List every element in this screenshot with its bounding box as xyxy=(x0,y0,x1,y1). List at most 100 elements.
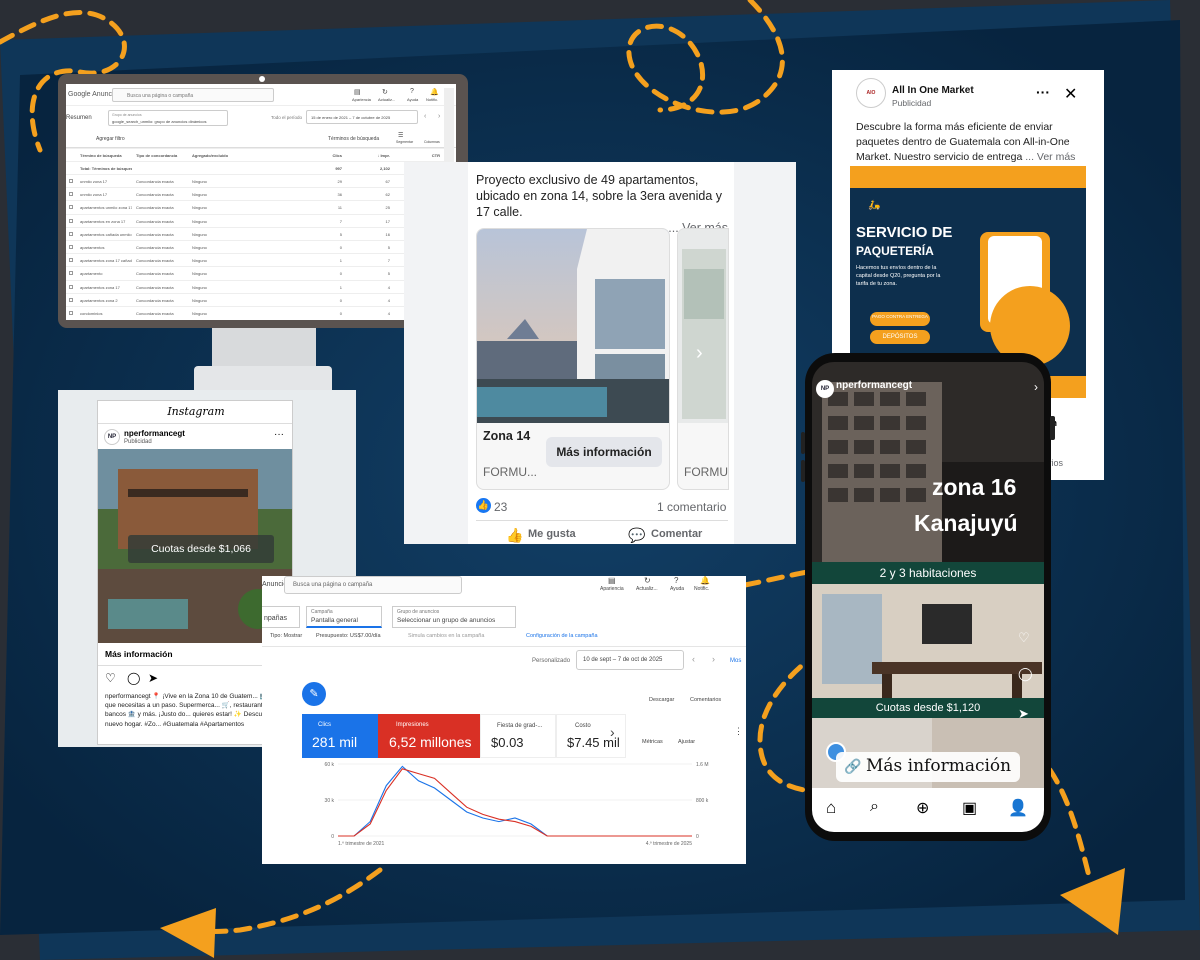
home-icon[interactable]: ⌂ xyxy=(826,798,836,818)
columns-label[interactable]: Columnas xyxy=(424,140,440,144)
carousel-card-1[interactable]: Zona 14 Más información FORMU... xyxy=(476,228,670,490)
avatar[interactable]: NP xyxy=(104,429,120,445)
ad-group-selector[interactable]: Grupo de anuncios google_search_unmiio: … xyxy=(108,110,228,126)
help-label: Ayuda xyxy=(407,97,419,102)
table-cell: 7 xyxy=(339,218,342,224)
phone-button xyxy=(801,460,805,482)
search-icon[interactable]: ⌕ xyxy=(870,798,879,816)
campaign-settings-link[interactable]: Configuración de la campaña xyxy=(526,633,598,639)
table-row[interactable]: apartamentos zona 2 Concordancia exacta Ni… xyxy=(66,292,446,306)
row-checkbox[interactable] xyxy=(69,271,73,276)
heart-icon[interactable]: ♡ xyxy=(1018,630,1030,646)
kpi-next-icon[interactable]: › xyxy=(610,724,615,740)
row-checkbox[interactable] xyxy=(69,205,73,210)
more-vert-icon[interactable]: ⋮ xyxy=(734,726,743,737)
prev-period-icon[interactable]: ‹ xyxy=(692,654,695,664)
campaigns-tab[interactable]: npañas xyxy=(262,606,300,628)
close-icon[interactable]: ✕ xyxy=(1064,84,1077,104)
table-row[interactable]: apartamentos en zona 17 Concordancia exac… xyxy=(66,213,446,227)
row-checkbox[interactable] xyxy=(69,258,73,263)
appearance-icon[interactable]: ▤ xyxy=(354,88,361,96)
refresh-icon[interactable]: ↻ xyxy=(382,88,388,96)
segment-icon[interactable]: ☰ xyxy=(398,132,403,139)
bell-icon[interactable]: 🔔 xyxy=(700,576,710,585)
adjust-button[interactable]: Ajustar xyxy=(678,739,695,745)
kpi-impressions[interactable]: Impresiones 6,52 millones xyxy=(378,714,480,758)
row-checkbox[interactable] xyxy=(69,297,73,302)
row-checkbox[interactable] xyxy=(69,231,73,236)
help-icon[interactable]: ? xyxy=(674,576,678,585)
help-icon[interactable]: ? xyxy=(410,88,414,95)
row-checkbox[interactable] xyxy=(69,179,73,183)
add-filter-button[interactable]: Agregar filtro xyxy=(96,136,125,142)
kpi-cost[interactable]: Costo $7.45 mil xyxy=(556,714,626,758)
table-row[interactable]: unmiio zona 17 Concordancia exacta Ninguno… xyxy=(66,187,446,200)
campaign-type: Tipo: Mostrar xyxy=(270,633,303,639)
row-checkbox[interactable] xyxy=(69,311,73,315)
more-options-icon[interactable]: ··· xyxy=(274,429,284,440)
heart-icon[interactable]: ♡ xyxy=(105,671,116,685)
search-terms-button[interactable]: Términos de búsqueda xyxy=(328,136,379,142)
date-range-picker[interactable]: 10 de sept – 7 de oct de 2025 xyxy=(576,650,684,670)
comment-button[interactable]: Comentar xyxy=(651,528,702,540)
ad-group-selector[interactable]: Grupo de anuncios Seleccionar un grupo d… xyxy=(392,606,516,628)
comments-button[interactable]: Comentarios xyxy=(690,697,721,703)
table-row[interactable]: apartamentos zona 17 cañada unmiio guate… xyxy=(66,253,446,266)
comment-icon[interactable]: ◯ xyxy=(1018,666,1033,682)
carousel-next-icon[interactable]: › xyxy=(696,342,703,365)
carousel-card-2[interactable]: FORMU xyxy=(677,228,729,490)
next-period-icon[interactable]: › xyxy=(712,654,715,664)
create-icon[interactable]: ⊕ xyxy=(916,798,929,818)
account-name[interactable]: nperformancegt xyxy=(124,429,185,438)
sponsored-label: Publicidad xyxy=(124,439,152,445)
like-button[interactable]: Me gusta xyxy=(528,528,576,540)
table-row[interactable]: apartamentos Concordancia exacta Ninguno 0 5… xyxy=(66,240,446,253)
more-info-button[interactable]: Más información xyxy=(105,649,173,659)
table-row[interactable]: condominiosConcordancia exactaNinguno040… xyxy=(66,306,446,319)
more-info-button[interactable]: Más información xyxy=(546,437,662,467)
chevron-right-icon[interactable]: › xyxy=(1034,380,1038,394)
kpi-cost-per-conversion[interactable]: Fiesta de grad-... $0.03 xyxy=(480,714,556,758)
simulate-link[interactable]: Simula cambios en la campaña xyxy=(408,633,484,639)
table-row[interactable]: unmiio zona 17 Concordancia exacta Ninguno… xyxy=(66,174,446,187)
table-row[interactable]: apartamentos cañada unmiio Concordancia e… xyxy=(66,226,446,240)
page-name[interactable]: All In One Market xyxy=(892,85,974,96)
campaign-selector[interactable]: Campaña Pantalla general xyxy=(306,606,382,628)
row-checkbox[interactable] xyxy=(69,245,73,249)
share-icon[interactable]: ➤ xyxy=(148,671,158,685)
table-row[interactable]: apartamentos zona 17 Concordancia exacta N… xyxy=(66,279,446,293)
more-info-button[interactable]: 🔗 Más información xyxy=(836,752,1020,782)
appearance-icon[interactable]: ▤ xyxy=(608,576,616,585)
reactions-count[interactable]: 23 xyxy=(494,500,507,514)
see-more-link[interactable]: ... Ver más xyxy=(1025,151,1075,163)
summary-tab[interactable]: Resumen xyxy=(66,115,92,121)
table-row[interactable]: apartamentos unmiio zona 17 Concordancia … xyxy=(66,200,446,213)
download-button[interactable]: Descargar xyxy=(649,697,674,703)
date-range-picker[interactable]: 15 de enero de 2021 – 7 de octubre de 20… xyxy=(306,110,418,124)
search-input[interactable]: Busca una página o campaña xyxy=(112,88,274,102)
kpi-clicks[interactable]: Clics 281 mil xyxy=(302,714,378,758)
more-options-icon[interactable]: ··· xyxy=(1036,84,1050,100)
row-checkbox[interactable] xyxy=(69,284,73,289)
page-avatar[interactable]: AIO xyxy=(856,78,886,108)
table-row[interactable]: apartamentoConcordancia exactaNinguno050… xyxy=(66,266,446,279)
search-input[interactable]: Busca una página o campaña xyxy=(284,576,462,594)
segment-label: Segmentar xyxy=(396,140,414,144)
edit-pencil-icon[interactable]: ✎ xyxy=(302,682,326,706)
profile-icon[interactable]: 👤 xyxy=(1008,798,1028,818)
bell-icon[interactable]: 🔔 xyxy=(430,88,439,96)
account-name[interactable]: nperformancegt xyxy=(836,380,912,391)
prev-period-icon[interactable]: ‹ xyxy=(424,113,426,120)
metrics-button[interactable]: Métricas xyxy=(642,739,663,745)
reels-icon[interactable]: ▣ xyxy=(962,798,977,818)
next-period-icon[interactable]: › xyxy=(438,113,440,120)
avatar[interactable]: NP xyxy=(816,380,834,398)
comments-count[interactable]: 1 comentario xyxy=(657,500,726,514)
row-checkbox[interactable] xyxy=(69,192,73,197)
share-icon[interactable]: ➤ xyxy=(1018,706,1029,722)
show-more-link[interactable]: Mos xyxy=(730,658,741,664)
table-cell: Ninguno xyxy=(192,297,207,303)
row-checkbox[interactable] xyxy=(69,218,73,223)
refresh-icon[interactable]: ↻ xyxy=(644,576,651,585)
comment-icon[interactable]: ◯ xyxy=(127,671,140,685)
